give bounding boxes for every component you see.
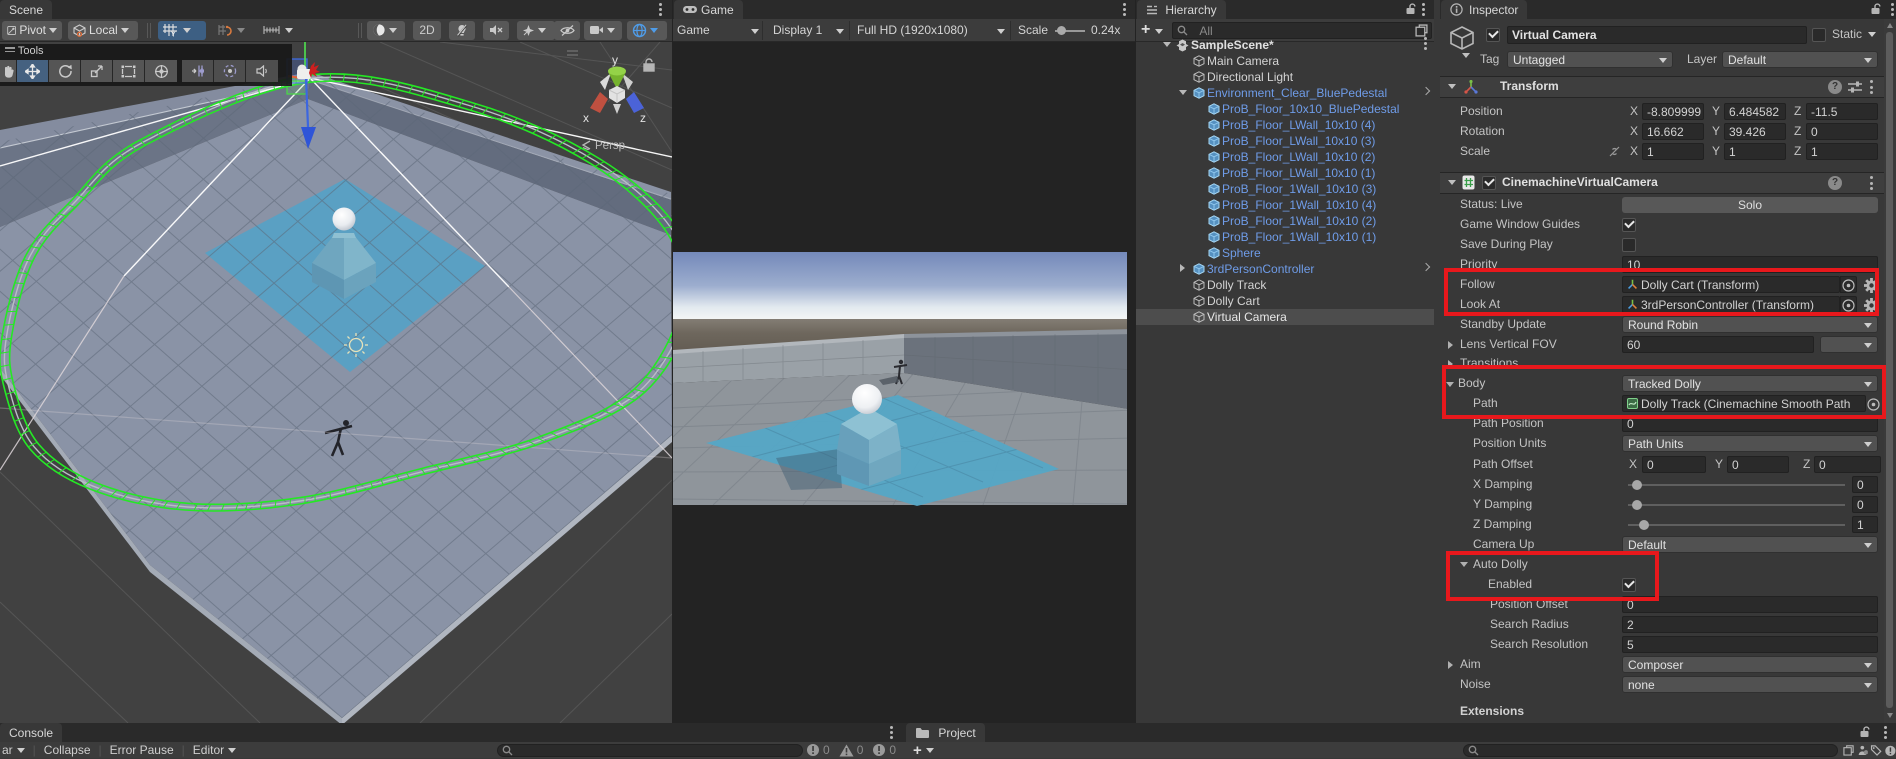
- svg-text:Y: Y: [171, 32, 176, 38]
- svg-text:Persp: Persp: [595, 140, 625, 152]
- svg-text:x: x: [583, 111, 589, 125]
- svg-text:y: y: [612, 53, 618, 67]
- svg-text:z: z: [640, 111, 646, 125]
